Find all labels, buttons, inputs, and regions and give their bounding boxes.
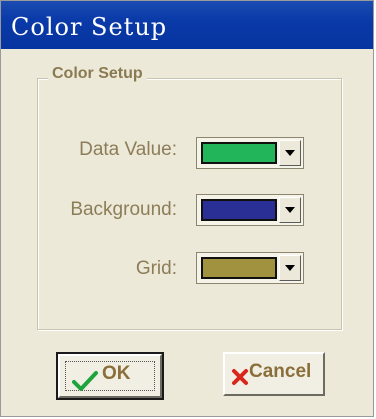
x-mark-icon [232, 369, 248, 385]
title-bar[interactable]: Color Setup [1, 1, 373, 49]
chevron-down-icon [285, 150, 295, 156]
background-color-swatch [201, 199, 277, 221]
groupbox-legend: Color Setup [48, 65, 147, 83]
window-title: Color Setup [11, 13, 168, 41]
color-setup-dialog: Color Setup Color Setup Data Value: Back… [0, 0, 374, 417]
ok-button-label: OK [102, 363, 131, 384]
grid-color-select[interactable] [196, 252, 304, 284]
data-value-dropdown-button[interactable] [279, 140, 301, 166]
data-value-label: Data Value: [79, 139, 177, 160]
data-value-color-swatch [201, 142, 277, 164]
checkmark-icon [72, 371, 98, 391]
ok-button[interactable]: OK [56, 352, 164, 400]
data-value-color-select[interactable] [196, 137, 304, 169]
grid-label: Grid: [135, 258, 177, 279]
cancel-button-label: Cancel [249, 361, 312, 382]
background-label: Background: [70, 199, 177, 220]
grid-dropdown-button[interactable] [279, 255, 301, 281]
cancel-button[interactable]: Cancel [223, 352, 325, 396]
chevron-down-icon [285, 207, 295, 213]
background-color-select[interactable] [196, 194, 304, 226]
grid-color-swatch [201, 257, 277, 279]
chevron-down-icon [285, 265, 295, 271]
background-dropdown-button[interactable] [279, 197, 301, 223]
